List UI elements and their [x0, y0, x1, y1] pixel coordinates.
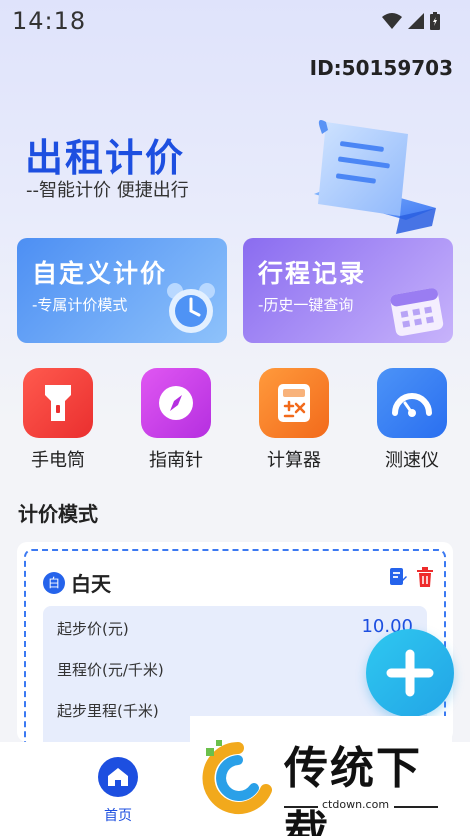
- tool-grid: 手电筒 指南针 计算器 测速仪: [0, 368, 470, 478]
- tool-compass[interactable]: 指南针: [126, 368, 226, 472]
- status-bar: 14:18: [0, 0, 470, 42]
- flashlight-icon: [23, 368, 93, 438]
- wifi-icon: [382, 13, 402, 29]
- hero-title: 出租计价: [25, 136, 186, 180]
- edit-icon[interactable]: [388, 567, 408, 587]
- tool-label-speedometer: 测速仪: [385, 450, 439, 471]
- tool-label-flashlight: 手电筒: [31, 450, 85, 471]
- receipt-illustration-icon: [314, 120, 436, 234]
- mode-badge: 白: [43, 571, 65, 594]
- status-time: 14:18: [12, 7, 87, 35]
- compass-icon: [141, 368, 211, 438]
- calculator-icon: [259, 368, 329, 438]
- watermark-logo-icon: [202, 740, 272, 814]
- watermark-url: ctdown.com: [322, 798, 390, 811]
- mode-name: 白天: [71, 572, 111, 596]
- hero-subtitle: --智能计价 便捷出行: [26, 180, 189, 201]
- custom-pricing-card[interactable]: 自定义计价 -专属计价模式: [17, 238, 227, 343]
- tool-label-compass: 指南针: [149, 450, 203, 471]
- signal-icon: [408, 13, 424, 29]
- watermark: 传统下载 ctdown.com: [190, 716, 452, 836]
- plus-icon: [386, 649, 434, 697]
- battery-icon: [430, 12, 440, 30]
- speedometer-icon: [377, 368, 447, 438]
- pricing-mode-header: 白 白天: [43, 568, 111, 597]
- pricing-section-title: 计价模式: [18, 502, 98, 526]
- home-icon: [98, 757, 138, 797]
- start-price-label: 起步价(元): [57, 620, 129, 638]
- tool-calculator[interactable]: 计算器: [244, 368, 344, 472]
- add-button[interactable]: [366, 629, 454, 717]
- nav-home-label: 首页: [104, 808, 132, 824]
- calendar-icon: [390, 288, 444, 336]
- per-km-price-label: 里程价(元/千米): [57, 661, 164, 679]
- watermark-line-left: [284, 806, 318, 808]
- watermark-line-right: [394, 806, 438, 808]
- nav-home[interactable]: 首页: [96, 757, 140, 825]
- tool-label-calculator: 计算器: [267, 450, 321, 471]
- status-icons: [382, 12, 440, 30]
- watermark-text: 传统下载: [284, 743, 422, 836]
- tool-speedometer[interactable]: 测速仪: [362, 368, 462, 472]
- alarm-clock-icon: [167, 283, 215, 333]
- tool-flashlight[interactable]: 手电筒: [8, 368, 108, 472]
- user-id: ID:50159703: [309, 56, 453, 80]
- delete-icon[interactable]: [416, 567, 434, 587]
- start-distance-label: 起步里程(千米): [57, 702, 159, 720]
- mode-actions: [388, 567, 434, 587]
- trip-records-card[interactable]: 行程记录 -历史一键查询: [243, 238, 453, 343]
